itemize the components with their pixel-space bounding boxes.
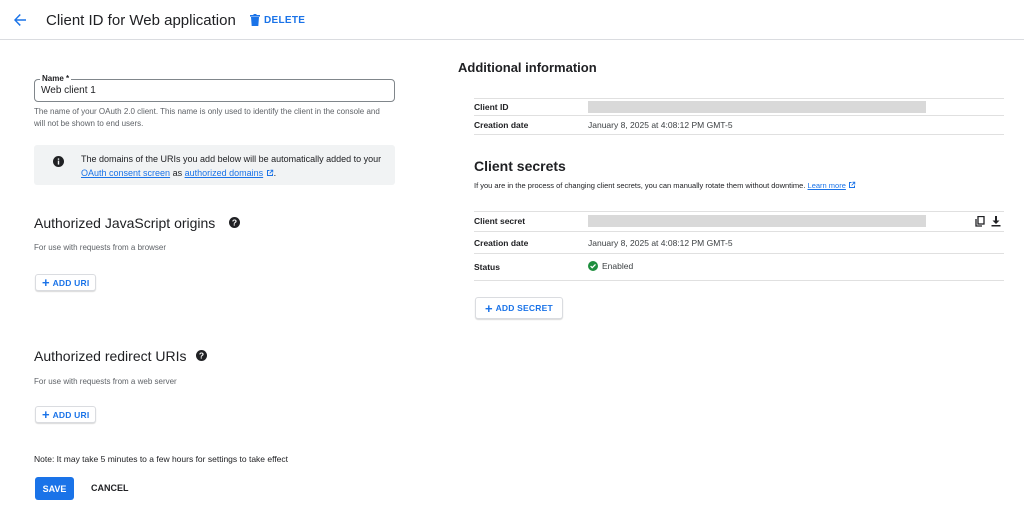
js-origins-title: Authorized JavaScript origins xyxy=(34,215,216,231)
save-button[interactable]: SAVE xyxy=(35,477,74,500)
check-circle-icon xyxy=(588,261,598,271)
client-id-row: Client ID xyxy=(474,98,1004,116)
settings-note: Note: It may take 5 minutes to a few hou… xyxy=(34,454,289,464)
external-link-icon xyxy=(848,181,856,188)
name-field-label: Name * xyxy=(40,74,72,83)
svg-text:?: ? xyxy=(199,351,204,361)
notice-text-part: . xyxy=(273,168,277,178)
redirect-uris-subtitle: For use with requests from a web server xyxy=(34,377,177,386)
creation-date-row: Creation date January 8, 2025 at 4:08:12… xyxy=(474,115,1004,135)
page-title: Client ID for Web application xyxy=(46,12,236,29)
creation-date-value: January 8, 2025 at 4:08:12 PM GMT-5 xyxy=(588,120,733,130)
add-uri-label: ADD URI xyxy=(52,409,90,420)
client-secrets-description: If you are in the process of changing cl… xyxy=(474,181,856,190)
back-arrow-icon[interactable] xyxy=(12,12,28,28)
creation-date-label: Creation date xyxy=(474,120,529,130)
status-value: Enabled xyxy=(588,261,633,271)
client-id-value-redacted xyxy=(588,101,926,113)
client-secret-value-redacted xyxy=(588,215,926,227)
domains-notice: The domains of the URIs you add below wi… xyxy=(34,145,395,185)
client-secret-label: Client secret xyxy=(474,216,526,226)
name-field[interactable]: Name * xyxy=(34,74,395,102)
additional-info-title: Additional information xyxy=(458,60,597,75)
add-redirect-uri-button[interactable]: + ADD URI xyxy=(35,406,97,423)
delete-label: DELETE xyxy=(264,14,306,26)
cancel-button[interactable]: CANCEL xyxy=(91,483,129,493)
js-origins-subtitle: For use with requests from a browser xyxy=(34,243,167,252)
learn-more-link[interactable]: Learn more xyxy=(808,181,846,190)
secret-creation-date-value: January 8, 2025 at 4:08:12 PM GMT-5 xyxy=(588,238,733,248)
help-icon[interactable]: ? xyxy=(196,350,207,361)
client-secrets-title: Client secrets xyxy=(474,158,566,174)
add-secret-button[interactable]: + ADD SECRET xyxy=(475,297,563,319)
status-label: Status xyxy=(474,262,500,272)
add-secret-label: ADD SECRET xyxy=(495,303,553,313)
secret-creation-date-label: Creation date xyxy=(474,238,529,248)
plus-icon: + xyxy=(42,275,50,290)
notice-text-part: The domains of the URIs you add below wi… xyxy=(81,154,382,164)
info-icon xyxy=(53,156,64,167)
copy-icon[interactable] xyxy=(975,216,985,227)
add-js-origin-uri-button[interactable]: + ADD URI xyxy=(35,274,97,291)
notice-text-part: as xyxy=(170,168,185,178)
add-uri-label: ADD URI xyxy=(52,277,90,288)
secret-status-row: Status Enabled xyxy=(474,253,1004,281)
status-text: Enabled xyxy=(602,261,634,271)
name-input[interactable] xyxy=(41,85,381,96)
plus-icon: + xyxy=(42,407,50,422)
external-link-icon xyxy=(266,169,273,176)
delete-button[interactable]: DELETE xyxy=(250,14,305,26)
authorized-domains-link[interactable]: authorized domains xyxy=(185,168,264,178)
trash-icon xyxy=(250,14,260,26)
secret-creation-date-row: Creation date January 8, 2025 at 4:08:12… xyxy=(474,231,1004,254)
redirect-uris-title: Authorized redirect URIs xyxy=(34,348,187,364)
help-icon[interactable]: ? xyxy=(229,217,240,228)
oauth-consent-screen-link[interactable]: OAuth consent screen xyxy=(81,168,170,178)
client-id-label: Client ID xyxy=(474,102,509,112)
top-bar: Client ID for Web application DELETE xyxy=(0,0,1024,40)
client-secrets-description-text: If you are in the process of changing cl… xyxy=(474,181,806,190)
svg-text:?: ? xyxy=(232,218,237,228)
plus-icon: + xyxy=(485,300,493,316)
client-secret-row: Client secret xyxy=(474,211,1004,232)
download-icon[interactable] xyxy=(991,216,1001,227)
name-hint: The name of your OAuth 2.0 client. This … xyxy=(34,107,380,128)
notice-text: The domains of the URIs you add below wi… xyxy=(81,152,391,180)
